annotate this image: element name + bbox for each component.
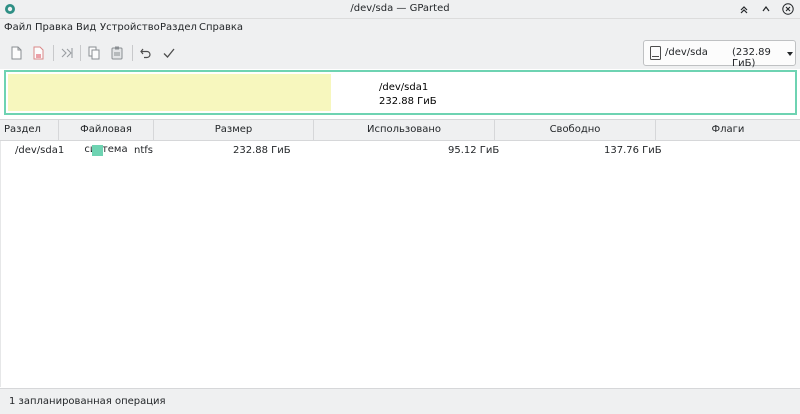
column-header-used[interactable]: Использовано — [314, 120, 495, 140]
menu-help[interactable]: Справка — [199, 22, 243, 33]
menu-partition[interactable]: Раздел — [160, 22, 197, 33]
menu-view[interactable]: Вид — [76, 22, 96, 33]
cell-used: 95.12 ГиБ — [448, 145, 500, 156]
menu-bar: Файл Правка Вид Устройство Раздел Справк… — [0, 19, 800, 37]
undo-icon[interactable] — [137, 44, 155, 62]
table-row[interactable]: /dev/sda1 ntfs 232.88 ГиБ 95.12 ГиБ 137.… — [0, 142, 800, 159]
chevron-down-icon — [787, 52, 793, 56]
status-bar: 1 запланированная операция — [0, 388, 800, 414]
delete-partition-icon[interactable] — [29, 44, 47, 62]
cell-free: 137.76 ГиБ — [604, 145, 662, 156]
partition-visual-name: /dev/sda1 — [379, 82, 429, 93]
maximize-icon[interactable] — [760, 3, 772, 15]
pending-operations-status: 1 запланированная операция — [9, 396, 166, 407]
close-icon[interactable] — [782, 3, 794, 15]
toolbar-separator — [53, 45, 54, 61]
paste-icon[interactable] — [108, 44, 126, 62]
partition-visual-size: 232.88 ГиБ — [379, 96, 437, 107]
disk-drive-icon — [650, 46, 661, 60]
copy-icon[interactable] — [85, 44, 103, 62]
device-selector[interactable]: /dev/sda (232.89 ГиБ) — [643, 40, 796, 69]
title-bar: /dev/sda — GParted — [0, 0, 800, 19]
partition-table — [0, 141, 800, 387]
column-header-flags[interactable]: Флаги — [656, 120, 800, 140]
toolbar: /dev/sda (232.89 ГиБ) — [0, 37, 800, 69]
apply-icon[interactable] — [160, 44, 178, 62]
column-header-partition[interactable]: Раздел — [0, 120, 59, 140]
keep-above-icon[interactable] — [738, 3, 750, 15]
device-size: (232.89 ГиБ) — [732, 47, 771, 69]
resize-move-icon[interactable] — [58, 44, 76, 62]
toolbar-separator — [132, 45, 133, 61]
column-header-size[interactable]: Размер — [154, 120, 314, 140]
used-space-bar — [8, 74, 331, 111]
device-name: /dev/sda — [665, 47, 708, 58]
partition-table-header: Раздел Файловая система Размер Использов… — [0, 119, 800, 155]
menu-edit[interactable]: Правка — [35, 22, 73, 33]
new-partition-icon[interactable] — [7, 44, 25, 62]
cell-filesystem: ntfs — [134, 145, 153, 156]
column-header-filesystem[interactable]: Файловая система — [59, 120, 154, 155]
cell-partition: /dev/sda1 — [15, 145, 65, 156]
filesystem-color-swatch — [92, 145, 103, 156]
menu-file[interactable]: Файл — [4, 22, 32, 33]
toolbar-separator — [80, 45, 81, 61]
cell-size: 232.88 ГиБ — [233, 145, 291, 156]
window-title: /dev/sda — GParted — [350, 3, 450, 14]
menu-device[interactable]: Устройство — [100, 22, 160, 33]
partition-visual[interactable]: /dev/sda1 232.88 ГиБ — [4, 70, 797, 115]
column-header-free[interactable]: Свободно — [495, 120, 656, 140]
